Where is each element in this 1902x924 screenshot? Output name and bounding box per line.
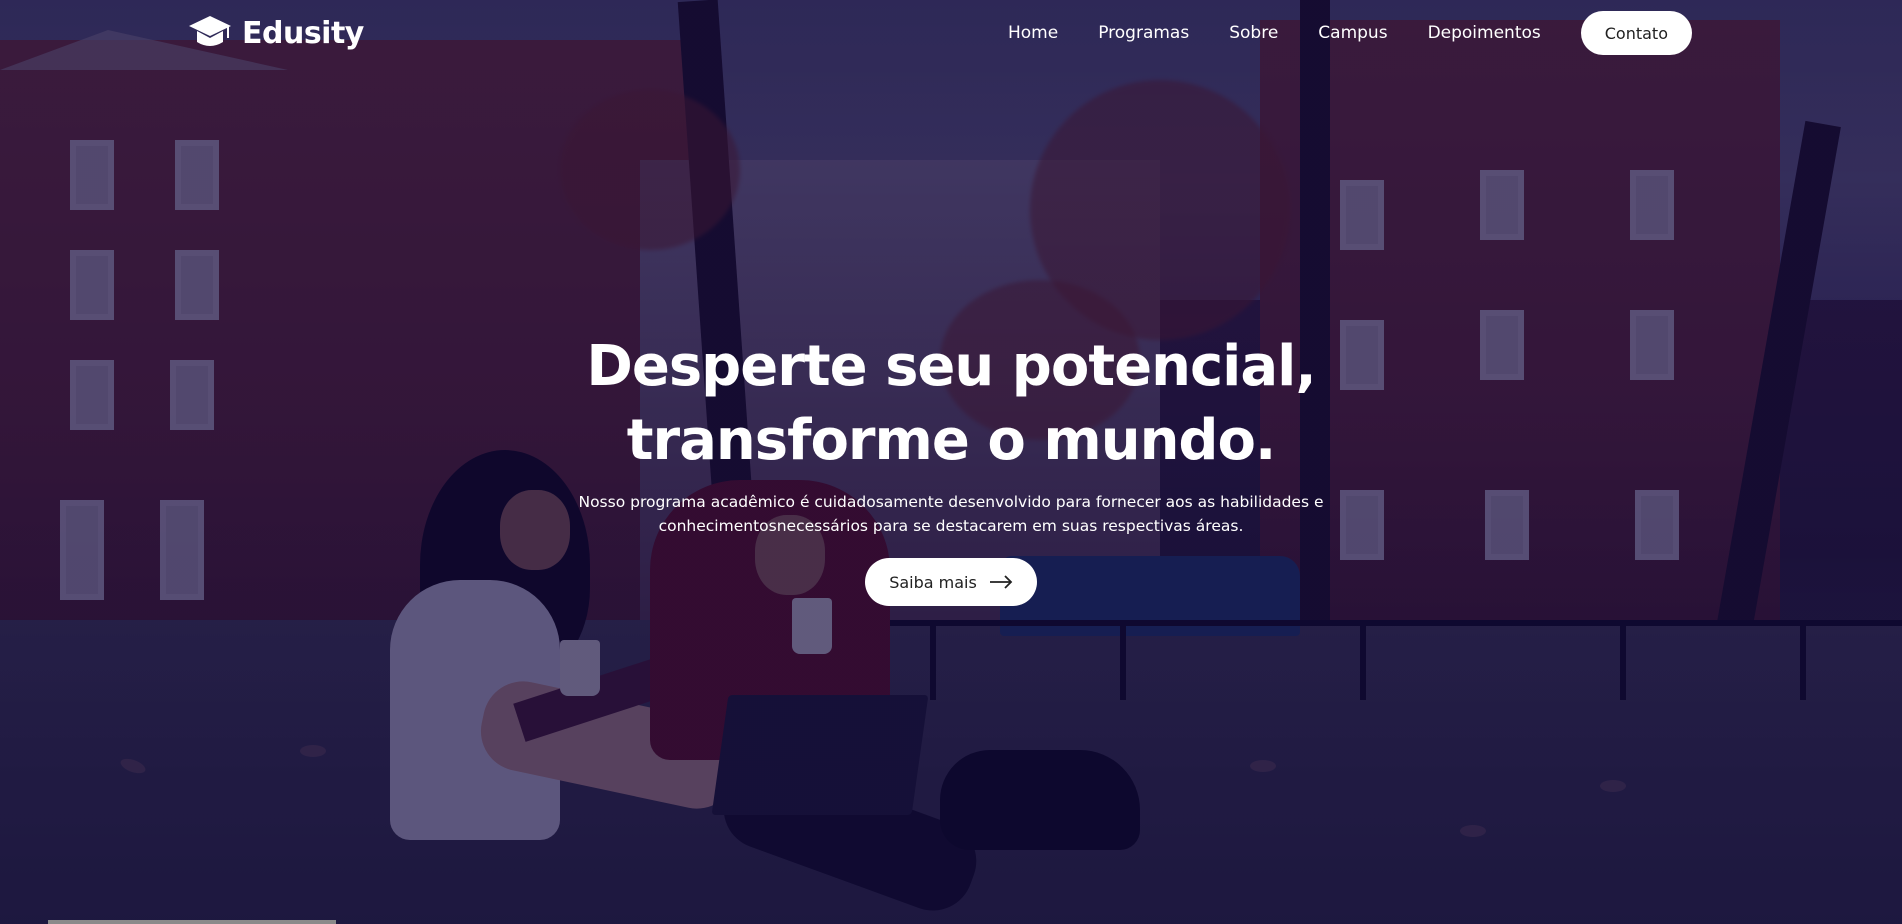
learn-more-button[interactable]: Saiba mais bbox=[865, 558, 1037, 606]
scrollbar-indicator bbox=[48, 920, 336, 924]
graduation-cap-icon bbox=[189, 16, 231, 46]
nav-link-home[interactable]: Home bbox=[1008, 23, 1058, 43]
hero-title-line-2: transforme o mundo. bbox=[626, 408, 1277, 473]
nav-links: Home Programas Sobre Campus Depoimentos … bbox=[968, 11, 1692, 55]
nav-link-campus[interactable]: Campus bbox=[1318, 23, 1387, 43]
brand-name: Edusity bbox=[242, 15, 364, 51]
hero-title-line-1: Desperte seu potencial, bbox=[586, 334, 1316, 399]
hero-content: Desperte seu potencial, transforme o mun… bbox=[551, 330, 1351, 606]
nav-link-depoimentos[interactable]: Depoimentos bbox=[1428, 23, 1541, 43]
nav-link-programas[interactable]: Programas bbox=[1098, 23, 1189, 43]
learn-more-label: Saiba mais bbox=[889, 572, 977, 592]
contact-button[interactable]: Contato bbox=[1580, 11, 1692, 55]
arrow-right-icon bbox=[989, 575, 1013, 589]
nav-link-sobre[interactable]: Sobre bbox=[1229, 23, 1278, 43]
hero-description: Nosso programa acadêmico é cuidadosament… bbox=[578, 493, 1324, 535]
navbar: Edusity Home Programas Sobre Campus Depo… bbox=[0, 0, 1902, 66]
hero-title: Desperte seu potencial, transforme o mun… bbox=[551, 330, 1351, 478]
logo[interactable]: Edusity bbox=[188, 14, 364, 52]
